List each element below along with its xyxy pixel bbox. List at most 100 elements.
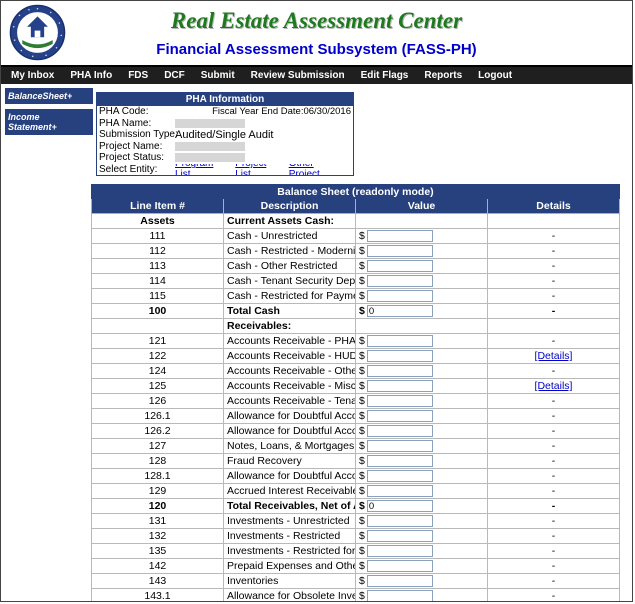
pha-row-label: Submission Type: [99, 129, 175, 140]
table-row: 111Cash - Unrestricted$- [92, 229, 620, 244]
nav-item-dcf[interactable]: DCF [156, 70, 193, 81]
value-input[interactable] [367, 545, 433, 557]
balance-sheet-table: Balance Sheet (readonly mode) Line Item … [91, 184, 620, 602]
line-item-number: 128.1 [92, 469, 224, 484]
value-input[interactable] [367, 305, 433, 317]
app-title: Real Estate Assessment Center [1, 8, 632, 34]
table-row: 129Accrued Interest Receivable$- [92, 484, 620, 499]
value-input[interactable] [367, 590, 433, 602]
line-item-number: 121 [92, 334, 224, 349]
details-cell: - [488, 394, 620, 409]
value-input[interactable] [367, 455, 433, 467]
table-row: 126Accounts Receivable - Tenants$- [92, 394, 620, 409]
currency-symbol: $ [359, 500, 365, 512]
nav-item-my-inbox[interactable]: My Inbox [3, 70, 62, 81]
value-input[interactable] [367, 350, 433, 362]
pha-info-row-select-entity: Select Entity:Program ListProject ListOt… [97, 164, 353, 176]
value-input[interactable] [367, 500, 433, 512]
pha-info-rows: PHA Code:Fiscal Year End Date:06/30/2016… [97, 106, 353, 175]
line-item-description: Accounts Receivable - Other Government [224, 364, 356, 379]
line-item-number: 126 [92, 394, 224, 409]
details-cell: - [488, 274, 620, 289]
value-cell: $ [356, 424, 488, 439]
currency-symbol: $ [359, 230, 365, 242]
currency-symbol: $ [359, 260, 365, 272]
details-cell: - [488, 589, 620, 603]
nav-item-review-submission[interactable]: Review Submission [243, 70, 353, 81]
pha-row-value: Audited/Single Audit [175, 129, 273, 141]
line-item-description: Cash - Tenant Security Deposits [224, 274, 356, 289]
table-row: 135Investments - Restricted for Payment … [92, 544, 620, 559]
table-row: 143.1Allowance for Obsolete Inventories$… [92, 589, 620, 603]
table-row: 114Cash - Tenant Security Deposits$- [92, 274, 620, 289]
table-row: 112Cash - Restricted - Modernization and… [92, 244, 620, 259]
value-input[interactable] [367, 230, 433, 242]
value-cell: $ [356, 454, 488, 469]
value-input[interactable] [367, 335, 433, 347]
value-input[interactable] [367, 260, 433, 272]
sidebar-item-income-statement[interactable]: Income Statement+ [5, 109, 93, 135]
value-input[interactable] [367, 575, 433, 587]
nav-item-submit[interactable]: Submit [193, 70, 243, 81]
value-input[interactable] [367, 380, 433, 392]
table-row: Receivables: [92, 319, 620, 334]
table-row: 121Accounts Receivable - PHA Projects$- [92, 334, 620, 349]
details-cell [488, 319, 620, 334]
details-cell: - [488, 289, 620, 304]
value-input[interactable] [367, 245, 433, 257]
value-input[interactable] [367, 470, 433, 482]
line-item-description: Inventories [224, 574, 356, 589]
pha-link-program-list[interactable]: Program List [175, 164, 228, 176]
details-link[interactable]: [Details] [535, 350, 573, 362]
line-item-description: Notes, Loans, & Mortgages Receivable - C… [224, 439, 356, 454]
nav-item-reports[interactable]: Reports [416, 70, 470, 81]
currency-symbol: $ [359, 380, 365, 392]
currency-symbol: $ [359, 395, 365, 407]
pha-link-other-project[interactable]: Other Project [289, 164, 344, 176]
value-input[interactable] [367, 440, 433, 452]
details-cell [488, 214, 620, 229]
line-item-number: 113 [92, 259, 224, 274]
line-item-number: 111 [92, 229, 224, 244]
pha-info-row-pha-name: PHA Name: [97, 118, 353, 130]
value-input[interactable] [367, 560, 433, 572]
details-link[interactable]: [Details] [535, 380, 573, 392]
line-item-description: Receivables: [224, 319, 356, 334]
pha-info-row-pha-code: PHA Code:Fiscal Year End Date:06/30/2016 [97, 106, 353, 118]
pha-info-row-project-name: Project Name: [97, 141, 353, 153]
sidebar-item-balancesheet[interactable]: BalanceSheet+ [5, 88, 93, 104]
value-input[interactable] [367, 530, 433, 542]
page: Real Estate Assessment Center Financial … [0, 0, 633, 602]
value-cell: $ [356, 514, 488, 529]
table-row: 143Inventories$- [92, 574, 620, 589]
value-input[interactable] [367, 485, 433, 497]
value-input[interactable] [367, 425, 433, 437]
value-input[interactable] [367, 275, 433, 287]
nav-item-fds[interactable]: FDS [120, 70, 156, 81]
table-row: 115Cash - Restricted for Payment of Curr… [92, 289, 620, 304]
value-cell: $ [356, 229, 488, 244]
currency-symbol: $ [359, 275, 365, 287]
line-item-description: Fraud Recovery [224, 454, 356, 469]
currency-symbol: $ [359, 440, 365, 452]
details-cell: - [488, 529, 620, 544]
value-cell: $ [356, 589, 488, 603]
table-row: 120Total Receivables, Net of Allowances … [92, 499, 620, 514]
table-row: 122Accounts Receivable - HUD Other Proje… [92, 349, 620, 364]
nav-item-pha-info[interactable]: PHA Info [62, 70, 120, 81]
pha-info-box: PHA Information PHA Code:Fiscal Year End… [96, 92, 354, 176]
pha-link-project-list[interactable]: Project List [235, 164, 281, 176]
title-block: Real Estate Assessment Center Financial … [1, 8, 632, 58]
nav-item-edit-flags[interactable]: Edit Flags [353, 70, 417, 81]
currency-symbol: $ [359, 515, 365, 527]
value-input[interactable] [367, 290, 433, 302]
nav-item-logout[interactable]: Logout [470, 70, 520, 81]
value-input[interactable] [367, 410, 433, 422]
value-input[interactable] [367, 395, 433, 407]
value-cell: $ [356, 559, 488, 574]
details-cell: - [488, 229, 620, 244]
value-input[interactable] [367, 365, 433, 377]
value-input[interactable] [367, 515, 433, 527]
value-cell: $ [356, 484, 488, 499]
currency-symbol: $ [359, 470, 365, 482]
